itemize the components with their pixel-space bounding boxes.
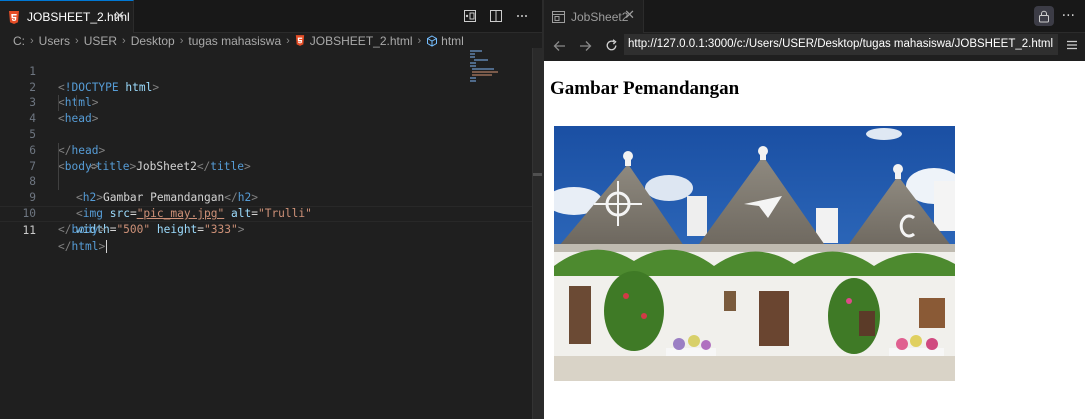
code-line: 10 </body> <box>0 190 532 236</box>
preview-icon <box>552 10 565 23</box>
breadcrumb-item[interactable]: Users <box>39 34 70 48</box>
breadcrumb-item[interactable]: Desktop <box>131 34 175 48</box>
editor-actions <box>462 8 530 24</box>
more-actions-icon[interactable]: ··· <box>1062 8 1075 24</box>
editor-scrollbar[interactable] <box>532 48 543 419</box>
close-icon[interactable]: ✕ <box>114 10 125 24</box>
breadcrumb-item[interactable]: USER <box>84 34 117 48</box>
line-number: 11 <box>22 223 36 237</box>
browser-preview: JobSheet2 ✕ ··· http://127.0.0.1:3000/c:… <box>544 0 1085 419</box>
element-cube-icon <box>426 34 438 47</box>
back-arrow-icon[interactable] <box>548 35 570 57</box>
chevron-right-icon: › <box>417 34 422 47</box>
more-actions-icon[interactable] <box>514 8 530 24</box>
code-line: 2 <html> <box>0 64 532 110</box>
page-heading: Gambar Pemandangan <box>550 78 740 99</box>
open-preview-icon[interactable] <box>462 8 478 24</box>
code-line: 9 width="500" height="333"> <box>0 174 532 236</box>
forward-arrow-icon[interactable] <box>574 35 596 57</box>
menu-icon[interactable] <box>1065 37 1079 51</box>
breadcrumb-item[interactable]: JOBSHEET_2.html <box>310 34 413 48</box>
tab-jobsheet-html[interactable]: JOBSHEET_2.html ✕ <box>0 0 134 33</box>
breadcrumb-item[interactable]: html <box>441 34 464 48</box>
breadcrumb-item[interactable]: tugas mahasiswa <box>188 34 281 48</box>
rendered-page: Gambar Pemandangan <box>544 61 1085 419</box>
trulli-image <box>554 126 955 381</box>
minimap[interactable] <box>462 48 532 88</box>
breadcrumb: C: › Users › USER › Desktop › tugas maha… <box>0 33 542 48</box>
trulli-photo <box>554 126 955 381</box>
close-icon[interactable]: ✕ <box>624 9 635 23</box>
preview-tab-bar: JobSheet2 ✕ ··· <box>544 0 1085 33</box>
reload-icon[interactable] <box>600 35 622 57</box>
lock-icon[interactable] <box>1033 6 1054 26</box>
code-line: 8 <img src="pic_may.jpg" alt="Trulli" <box>0 158 532 220</box>
code-area[interactable]: 1 <!DOCTYPE html> 2 <html> 3 <head> 4 <t… <box>0 48 532 254</box>
tab-label: JobSheet2 <box>571 9 629 24</box>
code-line: 5 </head> <box>0 111 532 157</box>
split-editor-icon[interactable] <box>488 8 504 24</box>
text-cursor <box>106 240 108 254</box>
chevron-right-icon: › <box>179 34 184 47</box>
preview-actions: ··· <box>1033 6 1075 26</box>
chevron-right-icon: › <box>30 34 34 47</box>
html5-file-icon <box>295 35 306 47</box>
code-line: 1 <!DOCTYPE html> <box>0 48 532 94</box>
code-line: 3 <head> <box>0 80 532 125</box>
chevron-right-icon: › <box>75 34 79 47</box>
chevron-right-icon: › <box>286 34 290 47</box>
breadcrumb-item[interactable]: C: <box>13 34 25 48</box>
html5-file-icon <box>8 10 20 24</box>
editor-tab-bar: JOBSHEET_2.html ✕ <box>0 0 542 33</box>
code-editor: JOBSHEET_2.html ✕ C: › Users › USER › De… <box>0 0 543 419</box>
code-line-active: 11 </html> <box>0 205 532 254</box>
code-line: 7 <h2>Gambar Pemandangan</h2> <box>0 142 532 204</box>
tab-jobsheet2-preview[interactable]: JobSheet2 ✕ <box>544 0 644 33</box>
code-line: 6 <body> <box>0 127 532 173</box>
address-bar[interactable]: http://127.0.0.1:3000/c:/Users/USER/Desk… <box>624 34 1058 55</box>
code-line: 4 <title>JobSheet2</title> <box>0 95 532 173</box>
chevron-right-icon: › <box>122 34 126 47</box>
browser-nav-bar: http://127.0.0.1:3000/c:/Users/USER/Desk… <box>544 33 1085 58</box>
